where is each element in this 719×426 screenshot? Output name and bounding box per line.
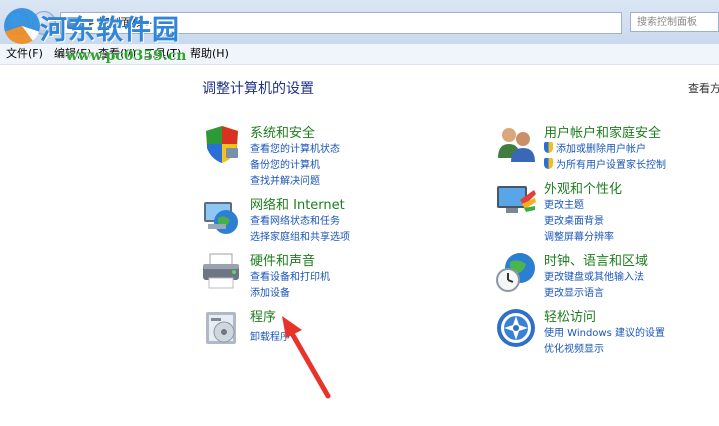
appearance-icon[interactable] [494,178,538,222]
forward-button[interactable] [32,11,56,35]
window-titlebar: ▸ 控制面板 ▸ 搜索控制面板 [0,0,719,44]
category-title[interactable]: 轻松访问 [544,306,596,325]
view-by-label[interactable]: 查看方式: [688,80,719,96]
menu-tools[interactable]: 工具(T) [144,44,181,64]
clock-globe-icon[interactable] [494,250,538,294]
address-bar[interactable]: ▸ 控制面板 ▸ [60,12,622,34]
back-button[interactable] [6,11,30,35]
link-add-device[interactable]: 添加设备 [250,284,290,299]
page-title: 调整计算机的设置 [202,81,314,97]
printer-icon[interactable] [200,250,244,294]
menu-edit[interactable]: 编辑(E) [54,44,92,64]
link-screen-resolution[interactable]: 调整屏幕分辨率 [544,228,614,243]
users-icon[interactable] [494,122,538,166]
menu-view[interactable]: 查看(V) [98,44,136,64]
uac-shield-icon [544,142,553,153]
breadcrumb-arrow: ▸ [89,16,95,29]
ease-of-access-icon[interactable] [494,306,538,350]
link-optimize-video[interactable]: 优化视频显示 [544,340,604,355]
link-text: 为所有用户设置家长控制 [556,160,666,171]
category-title[interactable]: 系统和安全 [250,122,315,141]
category-title[interactable]: 程序 [250,306,276,325]
menu-bar: 文件(F) 编辑(E) 查看(V) 工具(T) 帮助(H) [0,44,719,65]
link-add-remove-accounts[interactable]: 添加或删除用户帐户 [544,140,646,155]
network-globe-icon[interactable] [200,194,244,238]
link-backup[interactable]: 备份您的计算机 [250,156,320,171]
link-homegroup[interactable]: 选择家庭组和共享选项 [250,228,350,243]
link-troubleshoot[interactable]: 查找并解决问题 [250,172,320,187]
link-view-status[interactable]: 查看您的计算机状态 [250,140,340,155]
category-title[interactable]: 时钟、语言和区域 [544,250,648,269]
category-title[interactable]: 网络和 Internet [250,194,345,213]
shield-icon[interactable] [200,122,244,166]
link-desktop-background[interactable]: 更改桌面背景 [544,212,604,227]
category-title[interactable]: 硬件和声音 [250,250,315,269]
link-change-theme[interactable]: 更改主题 [544,196,584,211]
breadcrumb-control-panel[interactable]: 控制面板 [99,16,143,29]
uac-shield-icon [544,158,553,169]
link-network-status[interactable]: 查看网络状态和任务 [250,212,340,227]
menu-file[interactable]: 文件(F) [6,44,43,64]
link-change-keyboard[interactable]: 更改键盘或其他输入法 [544,268,644,283]
link-parental-controls[interactable]: 为所有用户设置家长控制 [544,156,666,171]
breadcrumb-arrow[interactable]: ▸ [147,16,153,29]
link-recommended-settings[interactable]: 使用 Windows 建议的设置 [544,324,665,339]
menu-help[interactable]: 帮助(H) [190,44,229,64]
control-panel-icon [67,17,81,29]
search-input[interactable]: 搜索控制面板 [630,12,719,32]
category-title[interactable]: 外观和个性化 [544,178,622,197]
link-text: 添加或删除用户帐户 [556,144,646,155]
programs-icon[interactable] [200,306,244,350]
red-annotation-arrow-icon [282,316,331,399]
link-devices-printers[interactable]: 查看设备和打印机 [250,268,330,283]
category-title[interactable]: 用户帐户和家庭安全 [544,122,661,141]
link-display-language[interactable]: 更改显示语言 [544,284,604,299]
